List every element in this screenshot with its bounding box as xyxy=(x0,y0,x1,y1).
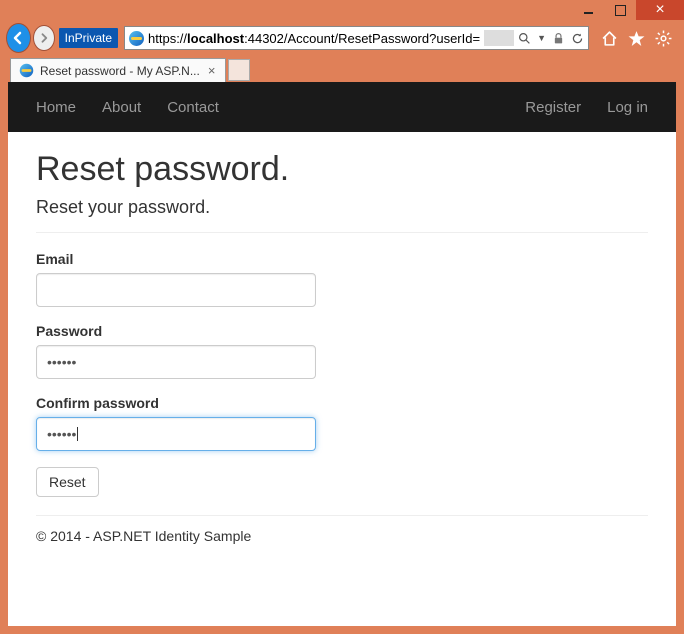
password-label: Password xyxy=(36,323,648,339)
inprivate-badge: InPrivate xyxy=(59,28,118,48)
home-icon[interactable] xyxy=(601,30,618,47)
footer-text: © 2014 - ASP.NET Identity Sample xyxy=(36,528,648,544)
nav-register[interactable]: Register xyxy=(525,99,581,116)
browser-tab[interactable]: Reset password - My ASP.N... × xyxy=(10,58,226,82)
search-icon[interactable] xyxy=(518,32,531,45)
tab-close-icon[interactable]: × xyxy=(206,63,218,78)
nav-contact[interactable]: Contact xyxy=(167,99,219,116)
confirm-password-label: Confirm password xyxy=(36,395,648,411)
page-subtitle: Reset your password. xyxy=(36,197,648,218)
text-caret xyxy=(77,427,78,441)
address-bar[interactable]: https://localhost:44302/Account/ResetPas… xyxy=(124,26,589,50)
close-button[interactable]: × xyxy=(636,0,684,20)
maximize-button[interactable] xyxy=(604,0,636,20)
tools-icon[interactable] xyxy=(655,30,672,47)
minimize-button[interactable] xyxy=(572,0,604,20)
nav-login[interactable]: Log in xyxy=(607,99,648,116)
search-dropdown-icon[interactable]: ▼ xyxy=(537,33,546,43)
browser-toolbar: InPrivate https://localhost:44302/Accoun… xyxy=(0,22,684,54)
ie-icon xyxy=(129,31,144,46)
new-tab-button[interactable] xyxy=(228,59,250,81)
nav-home[interactable]: Home xyxy=(36,99,76,116)
reset-button[interactable]: Reset xyxy=(36,467,99,497)
password-field[interactable]: •••••• xyxy=(36,345,316,379)
back-button[interactable] xyxy=(6,23,31,53)
window-titlebar: × xyxy=(0,0,684,22)
email-label: Email xyxy=(36,251,648,267)
favorites-icon[interactable] xyxy=(628,30,645,47)
page-content: Home About Contact Register Log in Reset… xyxy=(8,82,676,626)
page-title: Reset password. xyxy=(36,150,648,189)
refresh-icon[interactable] xyxy=(571,32,584,45)
url-text: https://localhost:44302/Account/ResetPas… xyxy=(148,31,480,46)
email-field[interactable] xyxy=(36,273,316,307)
tab-strip: Reset password - My ASP.N... × xyxy=(0,54,684,82)
ie-icon xyxy=(20,64,34,78)
tab-title: Reset password - My ASP.N... xyxy=(40,64,200,78)
confirm-password-value: •••••• xyxy=(47,426,76,442)
forward-button[interactable] xyxy=(33,25,55,51)
lock-icon xyxy=(552,32,565,45)
password-value: •••••• xyxy=(47,354,76,370)
nav-about[interactable]: About xyxy=(102,99,141,116)
url-param-masked xyxy=(484,30,514,46)
confirm-password-field[interactable]: •••••• xyxy=(36,417,316,451)
site-navbar: Home About Contact Register Log in xyxy=(8,82,676,132)
